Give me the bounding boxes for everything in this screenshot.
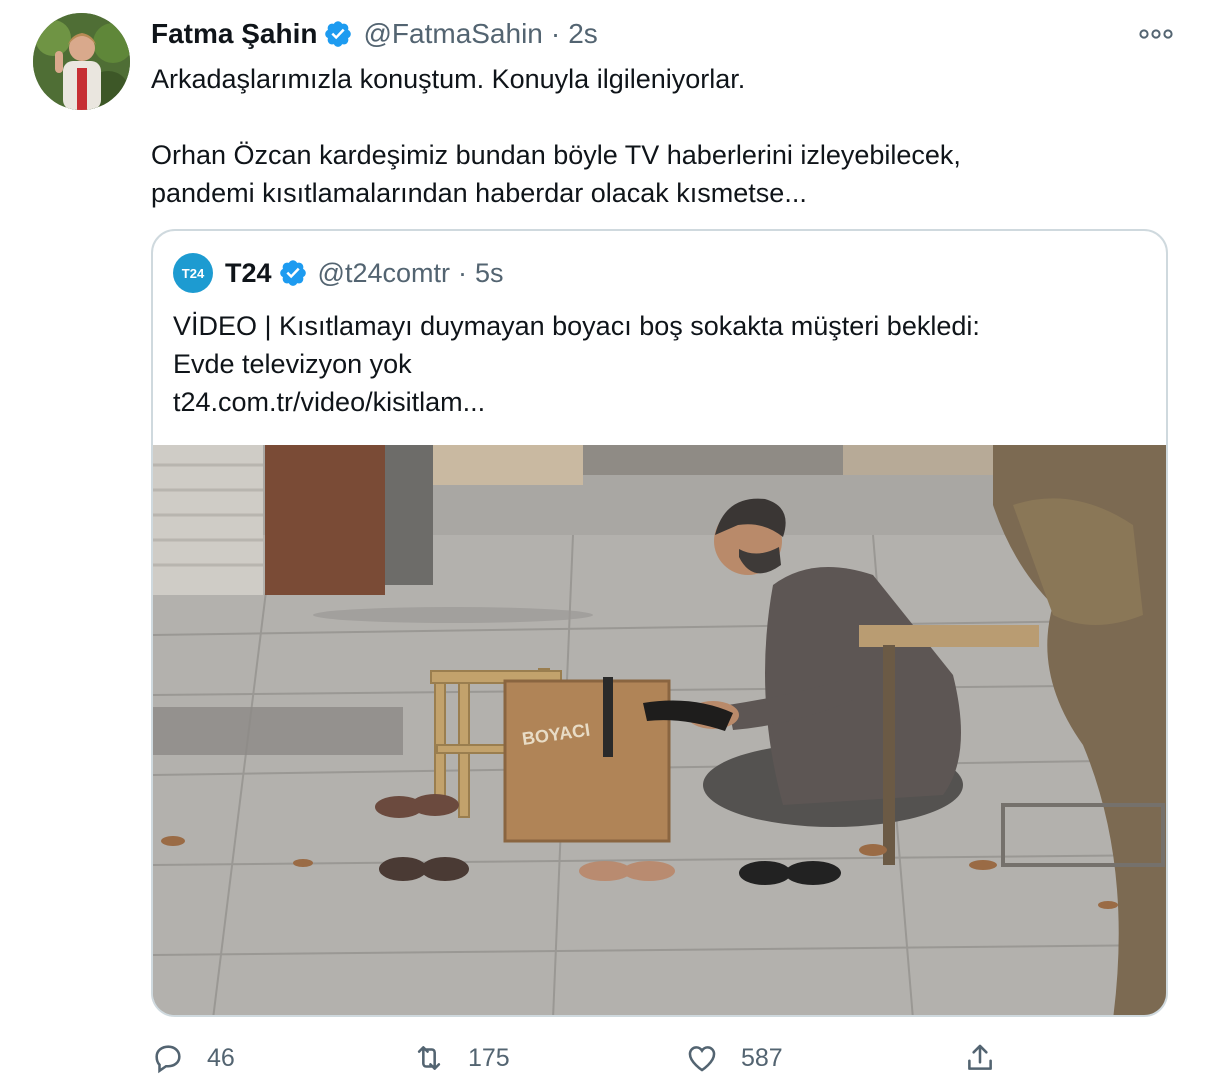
quoted-tweet[interactable]: T24 T24 @t24comtr · 5s VİDEO | Kısıtlama…	[151, 229, 1168, 1017]
retweet-icon	[417, 1046, 441, 1070]
street-shoe-shiner-photo: BOYACI	[153, 445, 1166, 1015]
tweet-actions: 46 175 587	[151, 1036, 1031, 1080]
tweet-text: Arkadaşlarımızla konuştum. Konuyla ilgil…	[151, 64, 961, 208]
share-icon	[968, 1044, 992, 1070]
retweet-button[interactable]: 175	[412, 1036, 510, 1080]
author-handle[interactable]: @FatmaSahin	[363, 18, 542, 50]
reply-icon	[155, 1045, 181, 1074]
quoted-author-display-name: T24	[225, 257, 272, 288]
quoted-tweet-link[interactable]: t24.com.tr/video/kisitlam...	[173, 383, 1153, 421]
tweet-timestamp[interactable]: 2s	[568, 18, 598, 50]
heart-icon	[688, 1046, 716, 1072]
author-avatar-image	[33, 13, 130, 110]
quoted-author-avatar: T24	[173, 253, 213, 293]
quoted-tweet-photo[interactable]: BOYACI	[153, 445, 1166, 1015]
quoted-text-line: Evde televizyon yok	[173, 349, 412, 379]
quoted-tweet-text: VİDEO | Kısıtlamayı duymayan boyacı boş …	[173, 307, 1153, 421]
quoted-tweet-timestamp: 5s	[474, 257, 504, 288]
reply-button[interactable]: 46	[151, 1036, 235, 1080]
tweet-header: Fatma Şahin @FatmaSahin · 2s	[151, 14, 598, 54]
quoted-text-line: VİDEO | Kısıtlamayı duymayan boyacı boş …	[173, 311, 980, 341]
verified-badge-icon	[279, 260, 306, 286]
quoted-tweet-header: T24 T24 @t24comtr · 5s	[173, 253, 504, 293]
more-options-button[interactable]	[1136, 20, 1176, 48]
retweet-count: 175	[468, 1043, 510, 1072]
like-button[interactable]: 587	[685, 1036, 783, 1080]
quoted-author-handle: @t24comtr	[317, 257, 450, 288]
reply-count: 46	[207, 1043, 235, 1072]
tweet[interactable]: Fatma Şahin @FatmaSahin · 2s Arkadaşları…	[0, 0, 1212, 1092]
verified-badge-icon	[325, 21, 352, 47]
more-horizontal-icon	[1139, 29, 1173, 39]
like-count: 587	[741, 1043, 783, 1072]
share-button[interactable]	[963, 1036, 997, 1080]
separator-dot: ·	[550, 18, 561, 49]
separator-dot: ·	[457, 257, 467, 288]
author-display-name[interactable]: Fatma Şahin	[151, 18, 317, 50]
author-avatar[interactable]	[33, 13, 130, 110]
